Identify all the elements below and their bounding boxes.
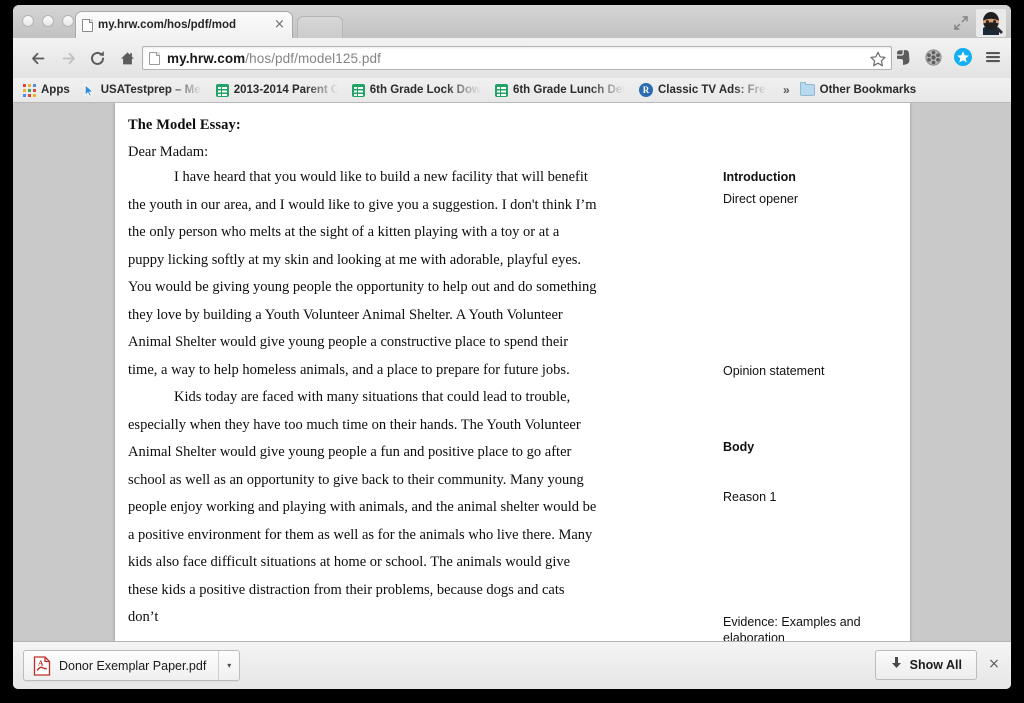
annotation-body: Body [723, 440, 755, 454]
window-traffic-lights [22, 15, 74, 27]
download-file-name: Donor Exemplar Paper.pdf [59, 658, 207, 673]
essay-text-column: The Model Essay: Dear Madam: I have hear… [128, 117, 598, 632]
url-host: my.hrw.com [167, 50, 246, 66]
bookmark-item-2013-2014-parent[interactable]: 2013-2014 Parent C [215, 83, 338, 97]
bookmark-star-icon[interactable] [869, 50, 887, 68]
bookmark-item-usatestprep[interactable]: USATestprep – Mem [84, 83, 202, 97]
google-sheets-icon [494, 83, 508, 97]
evernote-icon[interactable] [892, 46, 914, 68]
bookmark-label: 6th Grade Lock Dow [369, 84, 481, 96]
bookmarks-overflow-icon[interactable]: » [783, 83, 790, 97]
fullscreen-arrows-icon[interactable] [952, 14, 970, 32]
chrome-menu-icon[interactable] [982, 46, 1004, 68]
google-sheets-icon [215, 83, 229, 97]
reload-icon[interactable] [85, 46, 109, 70]
bookmark-label: USATestprep – Mem [100, 84, 202, 96]
bookmarks-bar: Apps USATestprep – Mem 2013-2014 Parent … [13, 78, 1011, 103]
window-right-controls [952, 9, 1006, 37]
minimize-window-button[interactable] [42, 15, 54, 27]
annotation-direct-opener: Direct opener [723, 192, 799, 206]
bookmark-label: 2013-2014 Parent C [233, 84, 338, 96]
annotation-opinion-statement: Opinion statement [723, 364, 825, 378]
bookmark-item-6th-grade-lock-down[interactable]: 6th Grade Lock Dow [351, 83, 481, 97]
address-bar[interactable]: my.hrw.com/hos/pdf/model125.pdf [142, 46, 892, 70]
document-favicon-icon [82, 18, 93, 32]
bookmark-label: Classic TV Ads: Free [657, 84, 767, 96]
download-shelf: A Donor Exemplar Paper.pdf ▾ Show All × [13, 641, 1011, 689]
pdf-page: The Model Essay: Dear Madam: I have hear… [115, 103, 910, 642]
bookmark-apps[interactable]: Apps [23, 83, 70, 97]
cursor-icon [84, 83, 96, 97]
show-all-downloads-button[interactable]: Show All [874, 650, 977, 680]
bookmark-item-classic-tv-ads[interactable]: R Classic TV Ads: Free [638, 83, 767, 97]
show-all-label: Show All [909, 658, 962, 672]
pdf-file-icon: A [33, 655, 51, 676]
browser-tab[interactable]: my.hrw.com/hos/pdf/mod × [75, 11, 293, 38]
home-icon[interactable] [115, 46, 139, 70]
chevron-down-icon[interactable]: ▾ [219, 661, 239, 670]
bookmark-label: Other Bookmarks [819, 84, 917, 96]
essay-salutation: Dear Madam: [128, 144, 209, 160]
browser-toolbar: my.hrw.com/hos/pdf/model125.pdf [13, 38, 1011, 79]
close-window-button[interactable] [22, 15, 34, 27]
ninja-avatar-icon[interactable] [976, 9, 1006, 37]
annotation-introduction: Introduction [723, 170, 796, 184]
close-download-shelf-icon[interactable]: × [986, 657, 1002, 673]
bookmark-label: Apps [41, 84, 70, 96]
download-arrow-icon [890, 656, 903, 675]
svg-text:A: A [38, 658, 44, 667]
pdf-viewer[interactable]: The Model Essay: Dear Madam: I have hear… [13, 103, 1011, 642]
bookmark-label: 6th Grade Lunch Det [512, 84, 625, 96]
tab-strip: my.hrw.com/hos/pdf/mod × [13, 5, 1011, 39]
bookmark-item-6th-grade-lunch-detention[interactable]: 6th Grade Lunch Det [494, 83, 625, 97]
folder-icon [799, 82, 815, 96]
annotation-reason-1: Reason 1 [723, 490, 777, 504]
back-button[interactable] [26, 46, 50, 70]
annotation-evidence: Evidence: Examples and elaboration [723, 615, 861, 642]
blue-star-icon[interactable] [952, 46, 974, 68]
google-sheets-icon [351, 83, 365, 97]
new-tab-button[interactable] [297, 16, 343, 38]
url-path: /hos/pdf/model125.pdf [245, 50, 381, 66]
essay-paragraph-2: Kids today are faced with many situation… [128, 389, 597, 625]
zoom-window-button[interactable] [62, 15, 74, 27]
bookmark-folder-other-bookmarks[interactable]: Other Bookmarks [799, 82, 917, 96]
rdio-icon: R [638, 83, 653, 97]
page-document-icon [149, 51, 160, 65]
close-icon[interactable]: × [273, 17, 286, 32]
essay-paragraph-1: I have heard that you would like to buil… [128, 169, 597, 378]
essay-heading: The Model Essay: [128, 117, 241, 133]
browser-window: my.hrw.com/hos/pdf/mod × my.hrw.com/hos/… [13, 5, 1011, 689]
toolbar-extension-icons [892, 46, 1004, 68]
apps-grid-icon [23, 83, 36, 97]
download-item[interactable]: A Donor Exemplar Paper.pdf ▾ [23, 650, 241, 681]
film-reel-icon[interactable] [922, 46, 944, 68]
tab-title: my.hrw.com/hos/pdf/mod [98, 19, 237, 31]
forward-button[interactable] [56, 46, 80, 70]
